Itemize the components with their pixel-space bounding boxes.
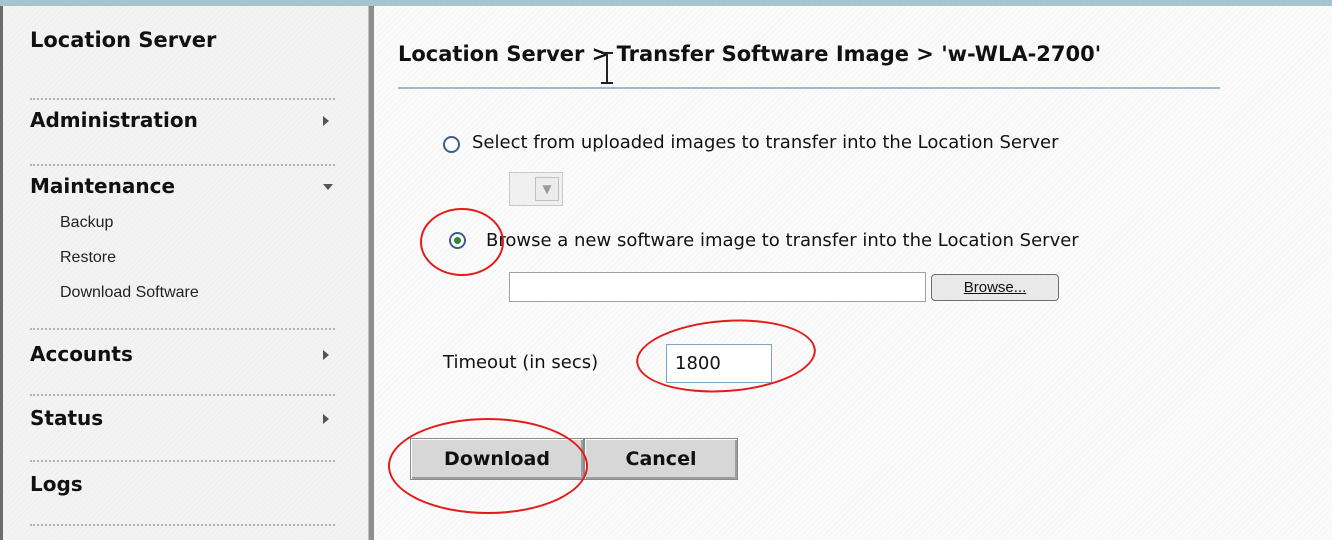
browse-button[interactable]: Browse... xyxy=(931,274,1059,301)
sidebar-title: Location Server xyxy=(30,28,217,52)
chevron-right-icon xyxy=(323,350,329,360)
sidebar-divider xyxy=(30,328,335,330)
sidebar-item-maintenance[interactable]: Maintenance xyxy=(30,174,175,198)
cancel-button[interactable]: Cancel xyxy=(584,438,738,480)
radio-uploaded-images-label: Select from uploaded images to transfer … xyxy=(472,132,1059,153)
sidebar-divider xyxy=(30,460,335,462)
radio-uploaded-images[interactable] xyxy=(443,136,460,153)
chevron-down-icon xyxy=(323,184,333,190)
sidebar-subitem-download-software[interactable]: Download Software xyxy=(60,284,199,302)
radio-browse-new-image-label: Browse a new software image to transfer … xyxy=(486,230,1079,251)
sidebar-divider xyxy=(30,524,335,526)
sidebar-divider xyxy=(30,164,335,166)
title-rule xyxy=(398,87,1220,89)
uploaded-images-select[interactable]: ▼ xyxy=(509,172,563,206)
chevron-right-icon xyxy=(323,414,329,424)
highlight-circle-download xyxy=(388,418,588,514)
sidebar-item-logs[interactable]: Logs xyxy=(30,472,83,496)
sidebar-item-administration[interactable]: Administration xyxy=(30,108,198,132)
text-cursor-icon xyxy=(601,52,613,84)
breadcrumb: Location Server > Transfer Software Imag… xyxy=(398,42,1102,66)
sidebar-subitem-backup[interactable]: Backup xyxy=(60,214,113,232)
sidebar-item-status[interactable]: Status xyxy=(30,406,103,430)
file-path-input[interactable] xyxy=(509,272,926,302)
sidebar-divider xyxy=(30,98,335,100)
sidebar-divider xyxy=(30,394,335,396)
timeout-label: Timeout (in secs) xyxy=(443,352,599,373)
chevron-down-icon[interactable]: ▼ xyxy=(535,177,559,201)
sidebar-subitem-restore[interactable]: Restore xyxy=(60,249,116,267)
highlight-circle-radio xyxy=(420,208,504,276)
sidebar-item-accounts[interactable]: Accounts xyxy=(30,342,133,366)
chevron-right-icon xyxy=(323,116,329,126)
